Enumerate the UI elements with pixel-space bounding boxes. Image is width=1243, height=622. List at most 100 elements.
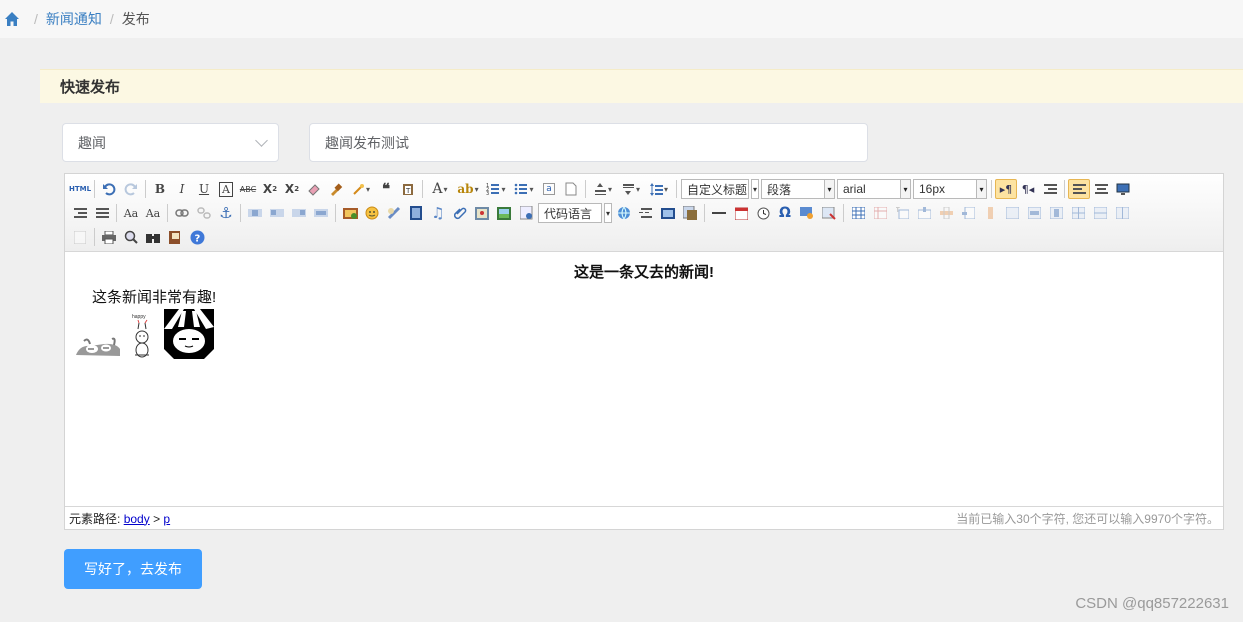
code-language-arrow[interactable]: ▾ <box>604 203 612 223</box>
snapscreen-icon[interactable] <box>796 203 818 223</box>
split-to-cells-icon[interactable] <box>1067 203 1089 223</box>
insert-video-icon[interactable] <box>405 203 427 223</box>
insert-image-icon[interactable] <box>339 203 361 223</box>
ltr-direction-icon[interactable]: ▸¶ <box>995 179 1017 199</box>
line-height-icon[interactable] <box>645 179 673 199</box>
image-center-icon[interactable] <box>310 203 332 223</box>
redo-icon[interactable] <box>120 179 142 199</box>
image-left-icon[interactable] <box>266 203 288 223</box>
insert-row-icon[interactable] <box>913 203 935 223</box>
font-family-select[interactable]: arial ▾ <box>837 179 911 199</box>
font-border-icon[interactable]: A <box>215 179 237 199</box>
google-map-icon[interactable] <box>493 203 515 223</box>
help-icon[interactable]: ? <box>186 227 208 247</box>
blockquote-icon[interactable]: ❝ <box>375 179 397 199</box>
code-language-select[interactable]: 代码语言 <box>538 203 602 223</box>
draft-icon[interactable] <box>164 227 186 247</box>
map-icon[interactable] <box>471 203 493 223</box>
font-color-icon[interactable]: A <box>426 179 454 199</box>
emotion-icon[interactable] <box>361 203 383 223</box>
background-icon[interactable] <box>679 203 701 223</box>
insert-col-icon[interactable] <box>957 203 979 223</box>
html-source-icon[interactable]: HTML <box>69 179 91 199</box>
word-image-icon[interactable] <box>818 203 840 223</box>
category-select[interactable]: 趣闻 <box>62 123 279 162</box>
highlight-color-icon[interactable]: ab <box>454 179 482 199</box>
custom-heading-select[interactable]: 自定义标题 <box>681 179 749 199</box>
svg-text:T: T <box>405 187 411 195</box>
date-icon[interactable] <box>730 203 752 223</box>
undo-icon[interactable] <box>98 179 120 199</box>
search-replace-icon[interactable] <box>142 227 164 247</box>
auto-typeset-icon[interactable] <box>347 179 375 199</box>
delete-col-icon[interactable] <box>979 203 1001 223</box>
delete-row-icon[interactable] <box>935 203 957 223</box>
merge-cells-icon[interactable] <box>1001 203 1023 223</box>
format-brush-icon[interactable] <box>325 179 347 199</box>
page-break-icon[interactable] <box>635 203 657 223</box>
emoji-small-rabbit-icon[interactable]: happy <box>130 311 156 359</box>
web-template-icon[interactable] <box>613 203 635 223</box>
preview-icon[interactable] <box>1112 179 1134 199</box>
unordered-list-icon[interactable] <box>510 179 538 199</box>
link-icon[interactable] <box>171 203 193 223</box>
align-right-icon[interactable] <box>69 203 91 223</box>
insert-frame-page-icon[interactable] <box>515 203 537 223</box>
align-justify-icon[interactable] <box>91 203 113 223</box>
strikethrough-icon[interactable]: ABC <box>237 179 259 199</box>
align-left-icon[interactable] <box>1068 179 1090 199</box>
paste-plain-icon[interactable]: T <box>397 179 419 199</box>
merge-right-icon[interactable] <box>1023 203 1045 223</box>
split-to-cols-icon[interactable] <box>1111 203 1133 223</box>
uppercase-icon[interactable]: Aa <box>120 203 142 223</box>
paragraph-select[interactable]: 段落 ▾ <box>761 179 835 199</box>
watermark: CSDN @qq857222631 <box>1075 595 1229 612</box>
superscript-icon[interactable]: X2 <box>259 179 281 199</box>
image-none-icon[interactable] <box>244 203 266 223</box>
indent-icon[interactable] <box>1039 179 1061 199</box>
row-spacing-top-icon[interactable] <box>589 179 617 199</box>
image-right-icon[interactable] <box>288 203 310 223</box>
split-to-rows-icon[interactable] <box>1089 203 1111 223</box>
anchor-icon[interactable]: ⚓ <box>215 203 237 223</box>
element-path-p-link[interactable]: p <box>163 512 170 526</box>
insert-paragraph-before-table-icon[interactable]: T <box>891 203 913 223</box>
print-icon[interactable] <box>98 227 120 247</box>
home-icon[interactable] <box>4 11 20 27</box>
breadcrumb-item-news[interactable]: 新闻通知 <box>46 9 102 29</box>
element-path-body-link[interactable]: body <box>124 512 150 526</box>
italic-icon[interactable]: I <box>171 179 193 199</box>
horizontal-rule-icon[interactable] <box>708 203 730 223</box>
eraser-icon[interactable] <box>303 179 325 199</box>
preview-zoom-icon[interactable] <box>120 227 142 247</box>
special-char-icon[interactable]: Ω <box>774 203 796 223</box>
lowercase-icon[interactable]: Aa <box>142 203 164 223</box>
music-icon[interactable]: ♫ <box>427 203 449 223</box>
clear-doc-icon[interactable] <box>560 179 582 199</box>
insert-table-icon[interactable] <box>847 203 869 223</box>
emoji-rabbit-bw-icon[interactable] <box>164 309 214 359</box>
toolbar-separator <box>1064 180 1065 198</box>
merge-down-icon[interactable] <box>1045 203 1067 223</box>
ordered-list-icon[interactable]: 123 <box>482 179 510 199</box>
underline-icon[interactable]: U <box>193 179 215 199</box>
unlink-icon[interactable] <box>193 203 215 223</box>
rtl-direction-icon[interactable]: ¶◂ <box>1017 179 1039 199</box>
charts-icon[interactable] <box>69 227 91 247</box>
bold-icon[interactable]: B <box>149 179 171 199</box>
editor-content[interactable]: 这是一条又去的新闻! 这条新闻非常有趣! happy <box>65 253 1223 506</box>
font-size-select[interactable]: 16px ▾ <box>913 179 987 199</box>
subscript-icon[interactable]: X2 <box>281 179 303 199</box>
scrawl-icon[interactable] <box>383 203 405 223</box>
attachment-icon[interactable] <box>449 203 471 223</box>
custom-heading-arrow[interactable]: ▾ <box>751 179 759 199</box>
row-spacing-bottom-icon[interactable] <box>617 179 645 199</box>
align-center-icon[interactable] <box>1090 179 1112 199</box>
emoji-lying-rabbit-icon[interactable] <box>74 335 122 359</box>
submit-button[interactable]: 写好了，去发布 <box>64 549 202 589</box>
template-icon[interactable] <box>657 203 679 223</box>
time-icon[interactable] <box>752 203 774 223</box>
delete-table-icon[interactable] <box>869 203 891 223</box>
title-input[interactable] <box>309 123 868 162</box>
insert-frame-icon[interactable]: a <box>538 179 560 199</box>
